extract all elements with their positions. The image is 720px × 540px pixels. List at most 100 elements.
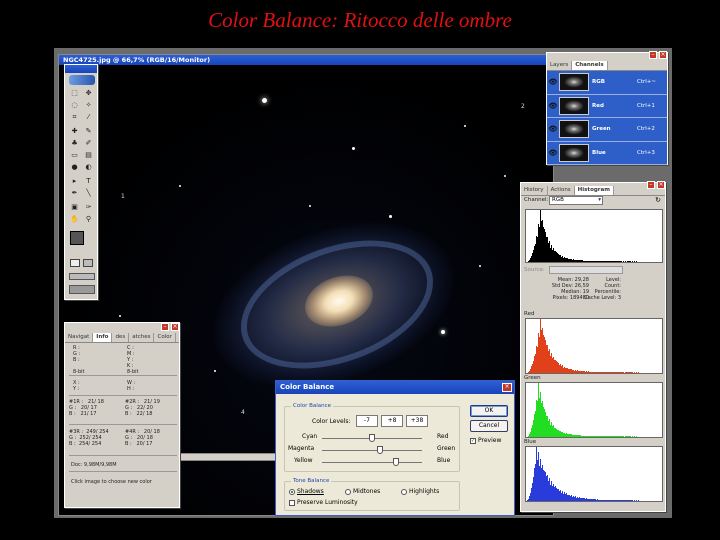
doc-size: Doc: 9,98M/9,98M (71, 462, 117, 468)
type-tool-icon[interactable]: T (83, 177, 94, 186)
tab-info[interactable]: Info (93, 333, 113, 342)
channel-name: Red (592, 102, 604, 109)
cancel-button[interactable]: Cancel (470, 420, 508, 432)
midtones-radio[interactable] (345, 489, 351, 495)
shadows-label[interactable]: Shadows (297, 488, 324, 495)
lasso-tool-icon[interactable]: ◌ (69, 101, 80, 110)
tab-color[interactable]: Color (154, 333, 176, 342)
star (464, 125, 466, 127)
notes-tool-icon[interactable]: ▣ (69, 203, 80, 212)
histogram-green (525, 382, 663, 438)
divider (69, 395, 177, 396)
close-icon[interactable]: × (171, 323, 179, 331)
line-tool-icon[interactable]: ╲ (83, 189, 94, 198)
healing-brush-icon[interactable]: ✚ (69, 127, 80, 136)
slider-label-cyan: Cyan (302, 433, 318, 440)
tab-navigator[interactable]: Navigat (65, 333, 94, 342)
horizontal-scrollbar[interactable] (179, 453, 279, 461)
midtones-label[interactable]: Midtones (353, 488, 380, 495)
tab-history[interactable]: History (521, 186, 548, 195)
channel-row-rgb[interactable]: 👁 RGB Ctrl+~ (547, 71, 667, 95)
slider-thumb-cyan-red[interactable] (369, 434, 375, 442)
slice-tool-icon[interactable]: ⁄ (83, 113, 94, 122)
standard-mode-icon[interactable] (70, 259, 80, 267)
tab-styles[interactable]: des (112, 333, 130, 342)
tab-channels[interactable]: Channels (572, 61, 608, 70)
channel-shortcut: Ctrl+2 (637, 126, 655, 133)
eye-icon[interactable]: 👁 (547, 149, 559, 157)
screen-mode-icon[interactable] (69, 273, 95, 280)
eye-icon[interactable]: 👁 (547, 102, 559, 110)
slider-label-blue: Blue (437, 457, 451, 464)
channel-shortcut: Ctrl+1 (637, 102, 655, 109)
tab-actions[interactable]: Actions (548, 186, 575, 195)
eyedropper-tool-icon[interactable]: ✑ (83, 203, 94, 212)
hand-tool-icon[interactable]: ✋ (69, 215, 80, 224)
color-sampler-marker-4[interactable]: 4 (241, 409, 245, 416)
pen-tool-icon[interactable]: ✒ (69, 189, 80, 198)
minimize-icon[interactable]: – (161, 323, 169, 331)
slider-track-magenta-green[interactable] (322, 450, 422, 451)
channel-thumbnail (559, 73, 589, 92)
slide-title: Color Balance: Ritocco delle ombre (208, 8, 512, 32)
green-channel-label: Green (524, 375, 541, 381)
tab-swatches[interactable]: atches (129, 333, 155, 342)
minimize-icon[interactable]: – (649, 51, 657, 59)
ok-button[interactable]: OK (470, 405, 508, 417)
path-select-icon[interactable]: ▸ (69, 177, 80, 186)
crop-tool-icon[interactable]: ⌗ (69, 113, 80, 122)
close-icon[interactable]: × (657, 181, 665, 189)
eye-icon[interactable]: 👁 (547, 78, 559, 86)
foreground-color-swatch[interactable] (70, 231, 84, 245)
preserve-luminosity-checkbox[interactable] (289, 500, 295, 506)
preserve-luminosity-label[interactable]: Preserve Luminosity (297, 499, 358, 506)
level-field-yellow-blue[interactable]: +38 (406, 415, 428, 427)
zoom-tool-icon[interactable]: ⚲ (83, 215, 94, 224)
dodge-tool-icon[interactable]: ◐ (83, 163, 94, 172)
blue-channel-label: Blue (524, 439, 537, 445)
close-icon[interactable]: × (659, 51, 667, 59)
color-sampler-marker-1[interactable]: 1 (121, 193, 125, 200)
blur-tool-icon[interactable]: ● (69, 163, 80, 172)
histogram-palette: – × History Actions Histogram Channel: R… (520, 181, 666, 512)
divider (69, 424, 177, 425)
color-balance-dialog: Color Balance × Color Balance Color Leve… (275, 380, 515, 516)
channel-row-green[interactable]: 👁 Green Ctrl+2 (547, 118, 667, 142)
brush-tool-icon[interactable]: ✎ (83, 127, 94, 136)
source-label: Source: (524, 267, 545, 273)
tab-histogram[interactable]: Histogram (574, 186, 614, 195)
eye-icon[interactable]: 👁 (547, 125, 559, 133)
minimize-icon[interactable]: – (647, 181, 655, 189)
highlights-radio[interactable] (401, 489, 407, 495)
slider-thumb-yellow-blue[interactable] (393, 458, 399, 466)
level-field-cyan-red[interactable]: -7 (356, 415, 378, 427)
magic-wand-icon[interactable]: ✧ (83, 101, 94, 110)
highlights-label[interactable]: Highlights (409, 488, 439, 495)
gradient-tool-icon[interactable]: ▤ (83, 151, 94, 160)
star (262, 98, 267, 103)
history-brush-icon[interactable]: ✐ (83, 139, 94, 148)
slider-label-red: Red (437, 433, 449, 440)
color-sampler-marker-2[interactable]: 2 (521, 103, 525, 110)
refresh-icon[interactable]: ↻ (655, 196, 661, 204)
slider-thumb-magenta-green[interactable] (377, 446, 383, 454)
move-tool-icon[interactable]: ✥ (83, 89, 94, 98)
tone-balance-group: Tone Balance (284, 478, 460, 511)
level-field-magenta-green[interactable]: +8 (381, 415, 403, 427)
channel-row-red[interactable]: 👁 Red Ctrl+1 (547, 94, 667, 118)
preview-label[interactable]: Preview (478, 437, 501, 444)
eraser-tool-icon[interactable]: ▭ (69, 151, 80, 160)
quick-mask-icon[interactable] (83, 259, 93, 267)
channel-row-blue[interactable]: 👁 Blue Ctrl+3 (547, 141, 667, 165)
shadows-radio[interactable] (289, 489, 295, 495)
jump-to-imageready-icon[interactable] (69, 285, 95, 294)
preview-checkbox[interactable]: ✓ (470, 438, 476, 444)
channel-select[interactable]: RGB ▾ (549, 196, 603, 205)
channel-select-value: RGB (552, 197, 564, 203)
marquee-tool-icon[interactable]: ⬚ (69, 89, 80, 98)
close-icon[interactable]: × (502, 383, 512, 392)
slider-track-yellow-blue[interactable] (322, 462, 422, 463)
source-select[interactable] (549, 266, 623, 274)
clone-stamp-icon[interactable]: ♣ (69, 139, 80, 148)
tab-layers[interactable]: Layers (547, 61, 573, 70)
